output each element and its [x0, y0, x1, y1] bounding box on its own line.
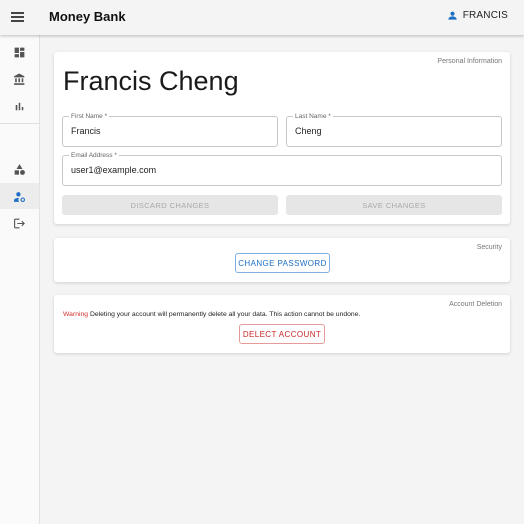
sidebar-item-profile[interactable]	[0, 183, 39, 209]
person-icon	[448, 11, 457, 20]
sidebar-divider	[0, 123, 39, 124]
last-name-input[interactable]	[295, 126, 495, 136]
card-caption: Account Deletion	[449, 301, 502, 308]
app-bar: Money Bank FRANCIS	[0, 0, 524, 35]
sidebar-item-categories[interactable]	[0, 156, 39, 182]
sidebar-item-accounts[interactable]	[0, 66, 39, 92]
delete-account-button[interactable]: DELECT ACCOUNT	[239, 324, 325, 344]
email-label: Email Address *	[69, 151, 119, 160]
deletion-warning-text: Warning Deleting your account will perma…	[63, 311, 360, 318]
discard-changes-button[interactable]: DISCARD CHANGES	[62, 195, 278, 215]
sidebar-item-dashboard[interactable]	[0, 39, 39, 65]
profile-name-heading: Francis Cheng	[63, 66, 239, 96]
email-field[interactable]: Email Address *	[62, 151, 502, 186]
shapes-icon	[14, 163, 25, 175]
warning-message: Deleting your account will permanently d…	[88, 311, 361, 318]
card-caption: Security	[476, 244, 502, 251]
menu-icon[interactable]	[11, 11, 24, 23]
security-card: Security CHANGE PASSWORD	[54, 238, 510, 282]
bar-chart-icon	[15, 102, 24, 110]
change-password-button[interactable]: CHANGE PASSWORD	[235, 253, 330, 273]
personal-information-card: Personal Information Francis Cheng First…	[54, 52, 510, 224]
sidebar-item-reports[interactable]	[0, 93, 39, 119]
user-name: FRANCIS	[462, 10, 508, 21]
manage-accounts-icon	[14, 191, 26, 202]
user-menu-button[interactable]: FRANCIS	[447, 10, 508, 21]
last-name-label: Last Name *	[293, 112, 333, 121]
first-name-label: First Name *	[69, 112, 110, 121]
account-deletion-card: Account Deletion Warning Deleting your a…	[54, 295, 510, 353]
sidebar	[0, 35, 40, 524]
card-caption: Personal Information	[437, 58, 502, 65]
dashboard-icon	[14, 47, 25, 57]
email-input[interactable]	[71, 165, 471, 175]
app-title: Money Bank	[49, 9, 126, 24]
bank-icon	[14, 73, 25, 85]
warning-word: Warning	[63, 311, 89, 318]
last-name-field[interactable]: Last Name *	[286, 112, 502, 147]
sidebar-item-logout[interactable]	[0, 210, 39, 236]
save-changes-button[interactable]: SAVE CHANGES	[286, 195, 502, 215]
first-name-input[interactable]	[71, 126, 271, 136]
logout-icon	[14, 218, 25, 228]
first-name-field[interactable]: First Name *	[62, 112, 278, 147]
